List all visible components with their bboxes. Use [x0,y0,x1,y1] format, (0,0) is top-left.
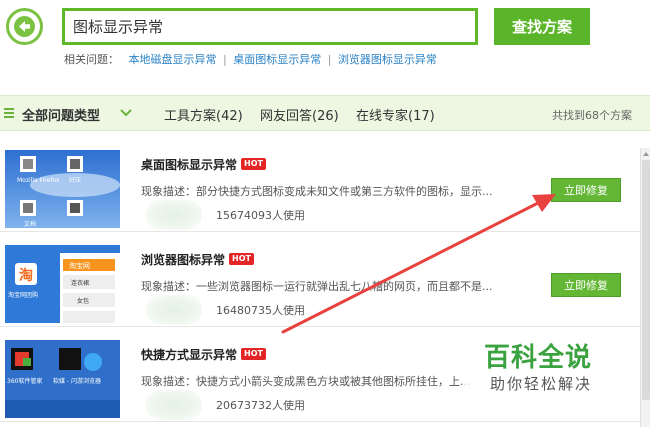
blurred-avatar [146,390,202,420]
tab-online-experts[interactable]: 在线专家(17) [356,105,435,124]
usage-count: 16480735人使用 [216,304,305,317]
related-link[interactable]: 桌面图标显示异常 [233,53,321,66]
search-input[interactable] [65,11,475,42]
tab-user-answers[interactable]: 网友回答(26) [260,105,339,124]
tab-tool-solutions[interactable]: 工具方案(42) [164,105,243,124]
blurred-avatar [146,200,202,230]
result-thumbnail: 淘 淘宝网 淘宝网团购 连衣裙 女包 [5,245,120,323]
thumb-label: 软媒 - 闪游浏览器 [53,377,101,385]
result-title[interactable]: 桌面图标显示异常 [141,156,237,173]
related-separator: | [223,53,227,66]
watermark-logo: 百科全说 助你轻松解决 [464,335,614,405]
result-count: 共找到68个方案 [552,109,632,122]
arrow-left-icon [14,16,35,37]
thumb-label: 好压 [69,176,81,184]
result-item: 淘 淘宝网 淘宝网团购 连衣裙 女包 浏览器图标异常 HOT 现象描述：一些浏览… [0,235,640,327]
usage-count: 20673732人使用 [216,399,305,412]
thumb-label: 淘 [19,267,33,284]
thumb-label: 文档 [24,220,36,228]
related-link[interactable]: 本地磁盘显示异常 [129,53,217,66]
blurred-avatar [146,295,202,325]
hot-badge: HOT [241,158,266,170]
watermark-title: 百科全说 [484,343,593,373]
usage-count: 15674093人使用 [216,209,305,222]
related-separator: | [327,53,332,66]
search-box[interactable] [62,8,478,45]
hot-badge: HOT [229,253,254,265]
result-thumbnail: 360软件管家 软媒 - 闪游浏览器 [5,340,120,418]
result-title[interactable]: 浏览器图标异常 [141,251,225,268]
thumb-label: 连衣裙 [71,279,89,287]
chevron-down-icon[interactable] [119,106,133,120]
scrollbar[interactable] [640,148,650,427]
filter-tab-bar: 全部问题类型 工具方案(42) 网友回答(26) 在线专家(17) 共找到68个… [0,95,650,131]
scroll-up-icon[interactable] [642,150,650,158]
related-label: 相关问题： [64,53,119,66]
result-description: 现象描述：一些浏览器图标一运行就弹出乱七八糟的网页，而且都不是... [141,280,493,293]
hot-badge: HOT [241,348,266,360]
search-button[interactable]: 查找方案 [494,8,590,45]
result-title[interactable]: 快捷方式显示异常 [141,346,237,363]
related-questions: 相关问题： 本地磁盘显示异常 | 桌面图标显示异常 | 浏览器图标显示异常 [64,51,437,67]
thumb-label: Mozilla Firefox [17,177,60,184]
thumb-label: 女包 [77,297,89,305]
result-item: Mozilla Firefox 好压 文档 桌面图标显示异常 HOT 现象描述：… [0,140,640,232]
fix-now-button[interactable]: 立即修复 [551,273,621,297]
related-link[interactable]: 浏览器图标显示异常 [338,53,437,66]
result-description: 现象描述：部分快捷方式图标变成未知文件或第三方软件的图标，显示... [141,185,493,198]
watermark-subtitle: 助你轻松解决 [490,375,593,393]
thumb-label: 360软件管家 [7,377,42,385]
scroll-thumb[interactable] [642,160,650,400]
result-thumbnail: Mozilla Firefox 好压 文档 [5,150,120,228]
fix-now-button[interactable]: 立即修复 [551,178,621,202]
thumb-label: 淘宝网 [69,261,90,270]
result-description: 现象描述：快捷方式小箭头变成黑色方块或被其他图标所挂住，上... [141,375,471,388]
thumb-label: 淘宝网团购 [8,291,38,299]
list-icon [4,108,14,118]
back-button[interactable] [6,8,43,45]
tab-all-problem-types[interactable]: 全部问题类型 [22,105,100,124]
